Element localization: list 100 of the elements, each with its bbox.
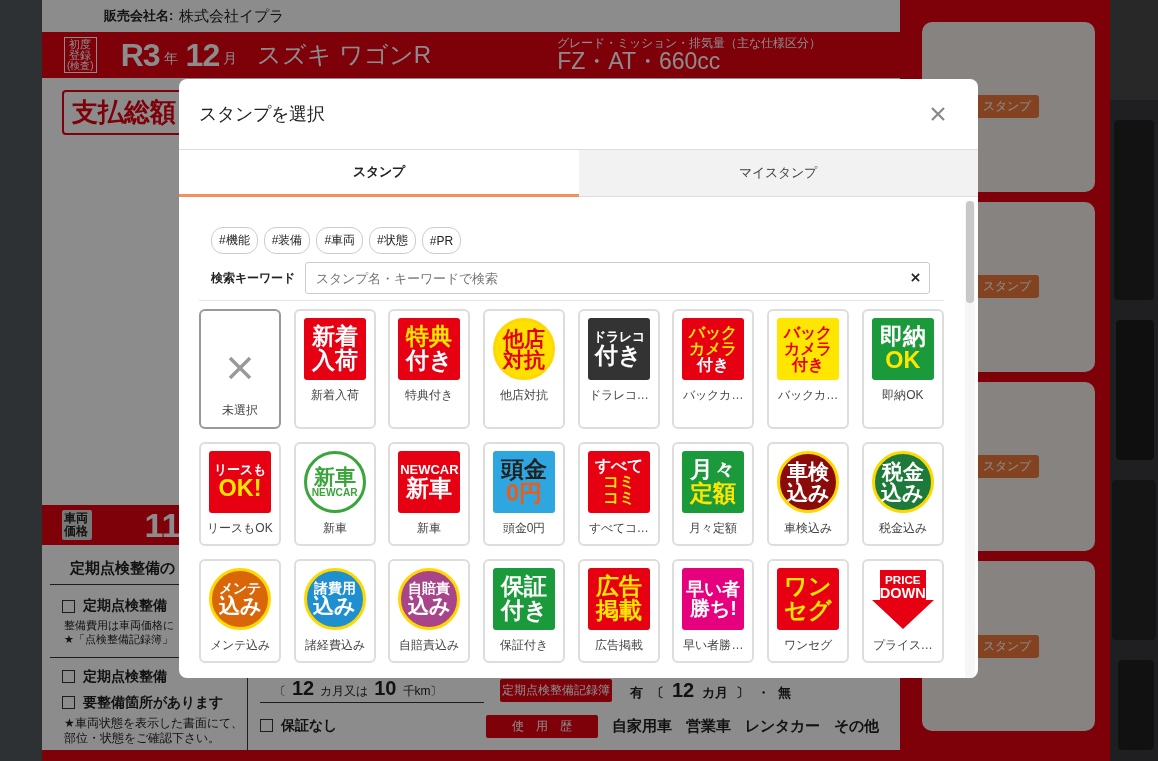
stamp-text: 広告 — [595, 575, 642, 599]
tag-chip[interactable]: #機能 — [211, 227, 258, 254]
stamp-tile[interactable]: バック カメラ 付き バックカ… — [672, 309, 755, 429]
stamp-label: 広告掲載 — [594, 637, 643, 654]
tag-chip[interactable]: #装備 — [263, 227, 311, 254]
stamp-text: NEWCAR — [400, 463, 459, 477]
record-text: 〕 — [736, 683, 750, 702]
warranty-text: 12 — [292, 677, 315, 700]
stamp-tile[interactable]: ドラレコ 付き ドラレコ… — [577, 309, 660, 429]
stamp-text: 税金 — [881, 460, 924, 482]
stamp-tile[interactable]: 即納 OK 即納OK — [861, 309, 944, 429]
stamp-slot-label: スタンプ — [975, 95, 1039, 119]
stamp-tile[interactable]: 新車 NEWCAR 新車 — [293, 442, 376, 546]
stamp-tile[interactable]: 税金 込み 税金込み — [861, 442, 944, 546]
stamp-text: ドラレコ — [592, 330, 645, 344]
stamp-text: 込み — [786, 482, 830, 504]
checkbox-label: 保証なし — [281, 716, 337, 735]
seller-name: 株式会社イプラ — [179, 6, 285, 26]
note-text: 整備費用は車両価格に — [63, 619, 174, 633]
usage-option: 自家用車 — [612, 717, 672, 736]
stamp-label: 新車 — [417, 520, 442, 537]
usage-option: 営業車 — [686, 717, 731, 736]
stamp-text: 新車 — [406, 476, 453, 501]
cross-icon — [228, 356, 252, 380]
stamp-text: リースも — [214, 463, 266, 477]
stamp-tile[interactable]: メンテ 込み メンテ込み — [199, 559, 281, 663]
stamp-text: OK — [885, 349, 921, 373]
stamp-label: 新車 — [322, 520, 347, 537]
stamp-text: カメラ — [689, 341, 738, 357]
stamp-text: 付き — [792, 356, 825, 373]
record-badge: 定期点検整備記録簿 — [500, 678, 612, 702]
record-text: 〔 — [651, 683, 664, 702]
stamp-tile[interactable]: PRICE DOWN プライス… — [861, 559, 944, 663]
checkbox-label: 要整備箇所があります — [83, 693, 223, 712]
stamp-slot-label: スタンプ — [975, 634, 1039, 658]
scrollbar-thumb[interactable] — [966, 201, 974, 303]
stamp-label: バックカ… — [778, 387, 839, 404]
stamp-text: 込み — [407, 595, 451, 617]
stamp-tile[interactable]: すべて コミ コミ すべてコ… — [577, 442, 660, 546]
checkbox[interactable] — [260, 719, 273, 732]
tag-chip[interactable]: #車両 — [316, 227, 364, 254]
stamp-text: バック — [784, 325, 833, 342]
stamp-text: 車検 — [787, 460, 830, 482]
badge-text: 初度登録 — [68, 39, 92, 61]
price-value: 11 — [144, 505, 181, 545]
stamp-text: 込み — [881, 482, 925, 504]
stamp-text: バック — [689, 325, 738, 342]
usage-option: レンタカー — [745, 717, 820, 736]
stamp-text: PRICE — [884, 574, 921, 586]
clear-button[interactable] — [911, 273, 920, 282]
badge-note: (検査) — [67, 61, 94, 71]
stamp-tile[interactable]: 特典 付き 特典付き — [388, 309, 471, 429]
search-field[interactable]: スタンプ名・キーワードで検索 — [305, 262, 930, 294]
stamp-tile[interactable]: 諸費用 込み 諸経費込み — [293, 559, 376, 663]
stamp-text: 頭金 — [501, 458, 548, 482]
stamp-tile[interactable]: 未選択 — [199, 309, 281, 429]
checkbox[interactable] — [62, 670, 75, 683]
tab[interactable]: マイスタンプ — [578, 150, 978, 197]
stamp-tile[interactable]: 車検 込み 車検込み — [767, 442, 850, 546]
stamp-tile[interactable]: 自賠責 込み 自賠責込み — [388, 559, 471, 663]
stamp-tile[interactable]: 他店 対抗 他店対抗 — [483, 309, 566, 429]
stamp-tile[interactable]: 月々 定額 月々定額 — [672, 442, 755, 546]
stamp-text: 新着 — [311, 325, 358, 349]
close-icon — [930, 106, 946, 122]
tag-chip[interactable]: #状態 — [369, 227, 416, 254]
stamp-text: 月々 — [690, 458, 737, 482]
record-text: カ月 — [702, 683, 729, 702]
price-badge: 車両価格 — [62, 509, 93, 541]
spec-value: FZ・AT・660cc — [557, 49, 721, 74]
tag-chip[interactable]: #PR — [421, 227, 462, 254]
stamp-tile[interactable]: 頭金 0円 頭金0円 — [483, 442, 566, 546]
month-unit: 月 — [223, 50, 238, 68]
stamp-tile[interactable]: 保証 付き 保証付き — [483, 559, 566, 663]
stamp-label: 頭金0円 — [502, 520, 546, 537]
stamp-label: メンテ込み — [210, 637, 270, 654]
stamp-text: カメラ — [784, 341, 833, 357]
stamp-tile[interactable]: ワン セグ ワンセグ — [767, 559, 850, 663]
checkbox[interactable] — [62, 696, 75, 709]
warranty-text: カ月又は — [320, 683, 369, 700]
search-label: 検索キーワード — [211, 269, 295, 287]
clear-icon — [911, 273, 920, 282]
note-text: ★車両状態を表示した書面にて、 — [63, 715, 243, 731]
note-text: ★「点検整備記録簿」 — [63, 632, 173, 647]
stamp-tile[interactable]: 広告 掲載 広告掲載 — [577, 559, 660, 663]
warranty-text: 〔 — [274, 683, 286, 700]
stamp-text: セグ — [784, 599, 833, 623]
stamp-text: コミ — [602, 474, 635, 490]
stamp-slot-label: スタンプ — [975, 275, 1039, 299]
stamp-tile[interactable]: 新着 入荷 新着入荷 — [293, 309, 376, 429]
stamp-text: 込み — [218, 595, 262, 617]
stamp-tile[interactable]: バック カメラ 付き バックカ… — [767, 309, 850, 429]
stamp-tile[interactable]: リースも OK! リースもOK — [199, 442, 281, 546]
warranty-text: 10 — [374, 677, 397, 700]
stamp-text: 他店 — [503, 327, 546, 349]
checkbox[interactable] — [62, 599, 75, 613]
stamp-tile[interactable]: NEWCAR 新車 新車 — [388, 442, 471, 546]
usage-option: その他 — [834, 717, 879, 736]
stamp-tile[interactable]: 早い者 勝ち! 早い者勝… — [672, 559, 755, 663]
stamp-text: コミ — [602, 489, 635, 506]
stamp-text: 0円 — [506, 482, 543, 506]
